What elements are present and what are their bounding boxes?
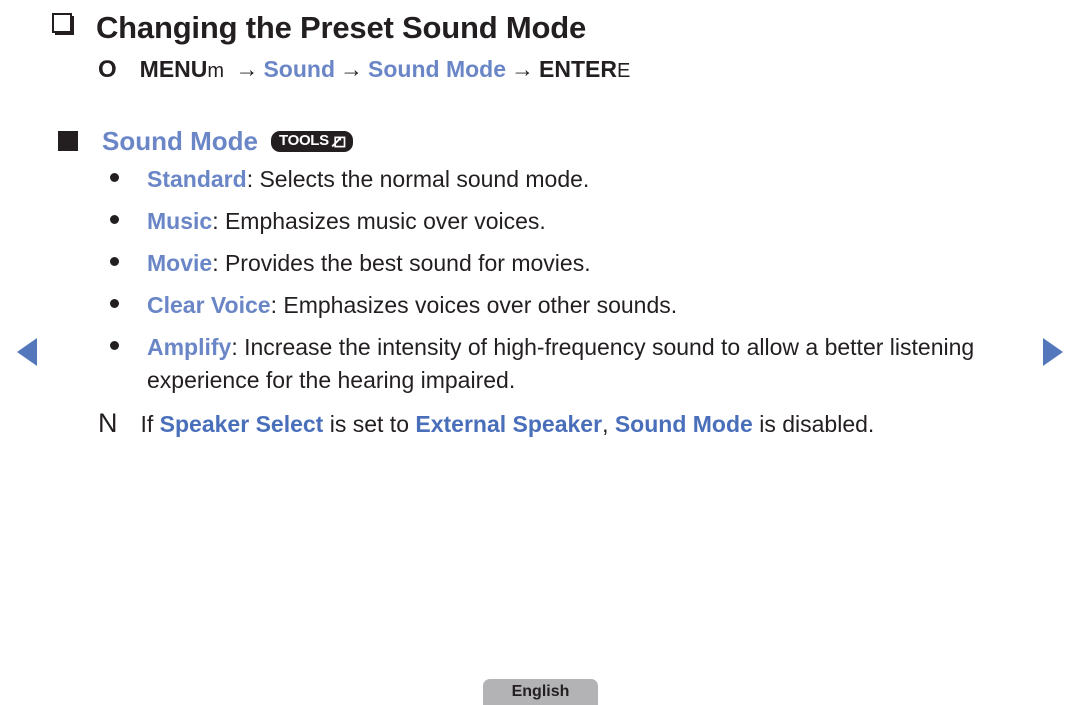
option-term: Movie [147,250,213,276]
menu-path-part: MENU [139,56,208,82]
option-term: Clear Voice [147,292,271,318]
circle-glyph-icon: O [98,56,117,83]
triangle-left-icon[interactable] [17,338,37,366]
page-title-label: Changing the Preset Sound Mode [96,10,587,45]
language-badge-label: English [511,683,570,700]
list-item-text: Clear Voice: Emphasizes voices over othe… [147,289,677,322]
note-segment: Speaker Select [159,411,324,437]
list-item: Amplify: Increase the intensity of high-… [110,331,1010,397]
tools-arrow-box-icon [331,134,346,148]
note: N If Speaker Select is set to External S… [98,410,874,439]
note-segment: is set to [323,411,416,437]
bullet-dot-icon [110,299,119,308]
section-heading: Sound Mode TOOLS [58,128,353,154]
note-segment: , [602,411,615,437]
bullet-dot-icon [110,257,119,266]
menu-key-glyph: m [207,60,225,82]
list-item: Standard: Selects the normal sound mode. [110,163,1010,196]
note-segment: Sound Mode [614,411,753,437]
option-description: : Emphasizes music over voices. [212,208,546,234]
menu-path-part: Sound [263,56,336,82]
tools-badge[interactable]: TOOLS [270,130,353,152]
note-segment: External Speaker [415,411,603,437]
note-segment: is disabled. [752,411,875,437]
enter-key-glyph: E [616,60,631,82]
manual-page: Changing the Preset Sound Mode O MENUm →… [0,0,1080,705]
menu-path-part: ENTER [539,56,617,82]
note-text: If Speaker Select is set to External Spe… [141,411,875,439]
path-arrow: → [511,56,534,82]
bullet-dot-icon [110,215,119,224]
list-item-text: Standard: Selects the normal sound mode. [147,163,589,196]
bullet-dot-icon [110,173,119,182]
note-glyph-icon: N [98,408,118,438]
sound-mode-option-list: Standard: Selects the normal sound mode.… [110,163,1010,406]
page-title: Changing the Preset Sound Mode [52,12,586,43]
path-arrow: → [340,56,364,82]
option-term: Amplify [147,334,232,360]
section-heading-label: Sound Mode [102,126,258,156]
language-badge: English [483,679,598,705]
list-item-text: Music: Emphasizes music over voices. [147,205,546,238]
tools-badge-label: TOOLS [278,132,329,149]
list-item: Clear Voice: Emphasizes voices over othe… [110,289,1010,322]
option-description: : Emphasizes voices over other sounds. [270,292,678,318]
list-item: Movie: Provides the best sound for movie… [110,247,1010,280]
list-item-text: Amplify: Increase the intensity of high-… [147,331,1010,397]
bullet-dot-icon [110,341,119,350]
filled-square-marker-icon [58,131,78,151]
option-term: Standard [147,166,247,192]
menu-path-part: Sound Mode [368,56,506,82]
list-item-text: Movie: Provides the best sound for movie… [147,247,591,280]
option-term: Music [147,208,213,234]
outlined-square-marker-icon [52,13,74,35]
path-arrow: → [235,56,259,82]
menu-path: O MENUm → Sound → Sound Mode → ENTERE [98,58,630,82]
triangle-right-icon[interactable] [1043,338,1063,366]
option-description: : Increase the intensity of high-frequen… [147,334,975,393]
note-segment: If [140,411,160,437]
list-item: Music: Emphasizes music over voices. [110,205,1010,238]
option-description: : Selects the normal sound mode. [246,166,590,192]
option-description: : Provides the best sound for movies. [212,250,591,276]
menu-path-text: MENUm → Sound → Sound Mode → ENTERE [139,56,631,82]
